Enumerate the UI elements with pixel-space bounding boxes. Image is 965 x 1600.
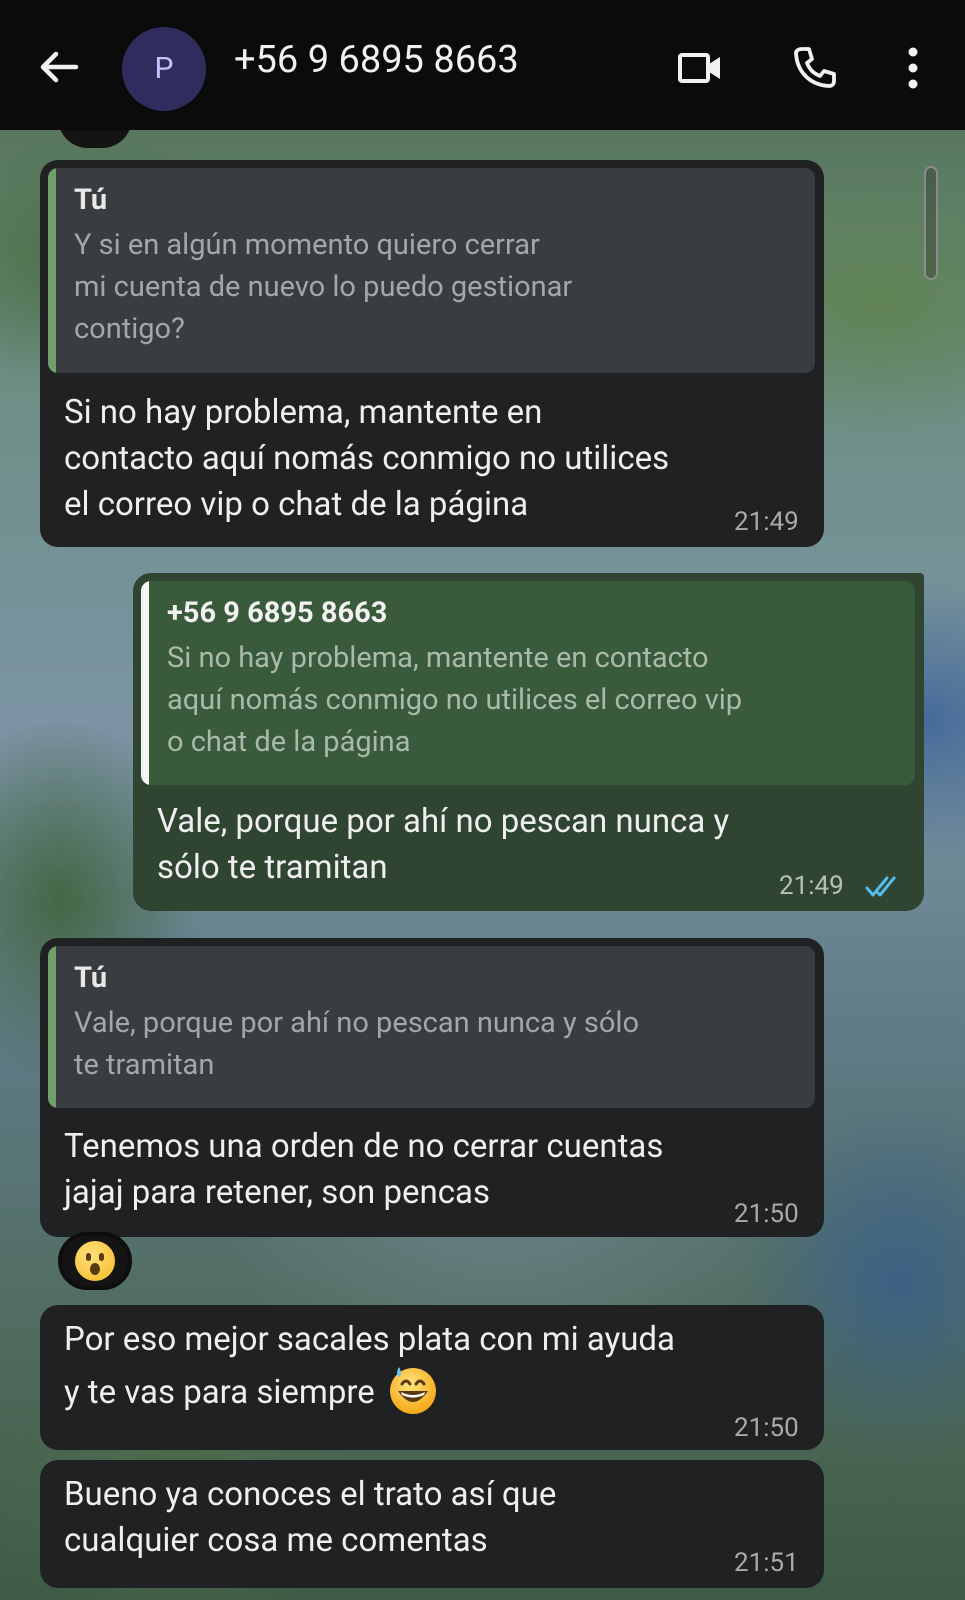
message-bubble-incoming[interactable]: Bueno ya conoces el trato así que cualqu…: [40, 1460, 824, 1588]
contact-avatar[interactable]: P: [122, 27, 206, 111]
message-time: 21:49: [734, 507, 799, 537]
quoted-message[interactable]: +56 9 6895 8663 Si no hay problema, mant…: [141, 581, 915, 785]
contact-name[interactable]: +56 9 6895 8663: [234, 38, 519, 82]
voice-call-icon[interactable]: [790, 44, 838, 92]
quote-text: Si no hay problema, mantente en contacto…: [167, 641, 743, 759]
grinning-face-with-sweat-emoji-icon: [387, 1363, 439, 1415]
quote-author: +56 9 6895 8663: [167, 596, 388, 630]
message-text: Tenemos una orden de no cerrar cuentas j…: [64, 1127, 664, 1212]
message-text: Vale, porque por ahí no pescan nunca y s…: [157, 802, 730, 887]
message-bubble-incoming[interactable]: Por eso mejor sacales plata con mi ayuda…: [40, 1305, 824, 1450]
message-text: Por eso mejor sacales plata con mi ayuda…: [64, 1317, 675, 1416]
quote-text: Y si en algún momento quiero cerrar mi c…: [74, 228, 573, 346]
message-bubble-outgoing[interactable]: +56 9 6895 8663 Si no hay problema, mant…: [133, 573, 924, 911]
message-text: Si no hay problema, mantente en contacto…: [64, 393, 670, 524]
chat-header: P +56 9 6895 8663: [0, 0, 965, 130]
message-time: 21:49: [779, 871, 844, 901]
surprised-face-emoji-icon: [75, 1241, 115, 1281]
quote-text: Vale, porque por ahí no pescan nunca y s…: [74, 1006, 640, 1082]
video-call-icon[interactable]: [676, 44, 724, 92]
message-reaction[interactable]: [58, 1232, 132, 1290]
quoted-message[interactable]: Tú Y si en algún momento quiero cerrar m…: [48, 168, 815, 373]
more-options-icon[interactable]: [889, 44, 937, 92]
message-bubble-incoming[interactable]: Tú Y si en algún momento quiero cerrar m…: [40, 160, 824, 547]
quote-author: Tú: [74, 183, 108, 217]
quote-author: Tú: [74, 961, 108, 995]
quoted-message[interactable]: Tú Vale, porque por ahí no pescan nunca …: [48, 946, 815, 1108]
back-arrow-icon[interactable]: [36, 45, 80, 89]
message-time: 21:50: [734, 1199, 799, 1229]
message-time: 21:51: [734, 1548, 799, 1578]
message-bubble-incoming[interactable]: Tú Vale, porque por ahí no pescan nunca …: [40, 938, 824, 1237]
read-receipt-icon: [865, 876, 896, 897]
scrollbar-thumb[interactable]: [924, 166, 938, 280]
message-time: 21:50: [734, 1413, 799, 1443]
message-text: Bueno ya conoces el trato así que cualqu…: [64, 1475, 557, 1560]
